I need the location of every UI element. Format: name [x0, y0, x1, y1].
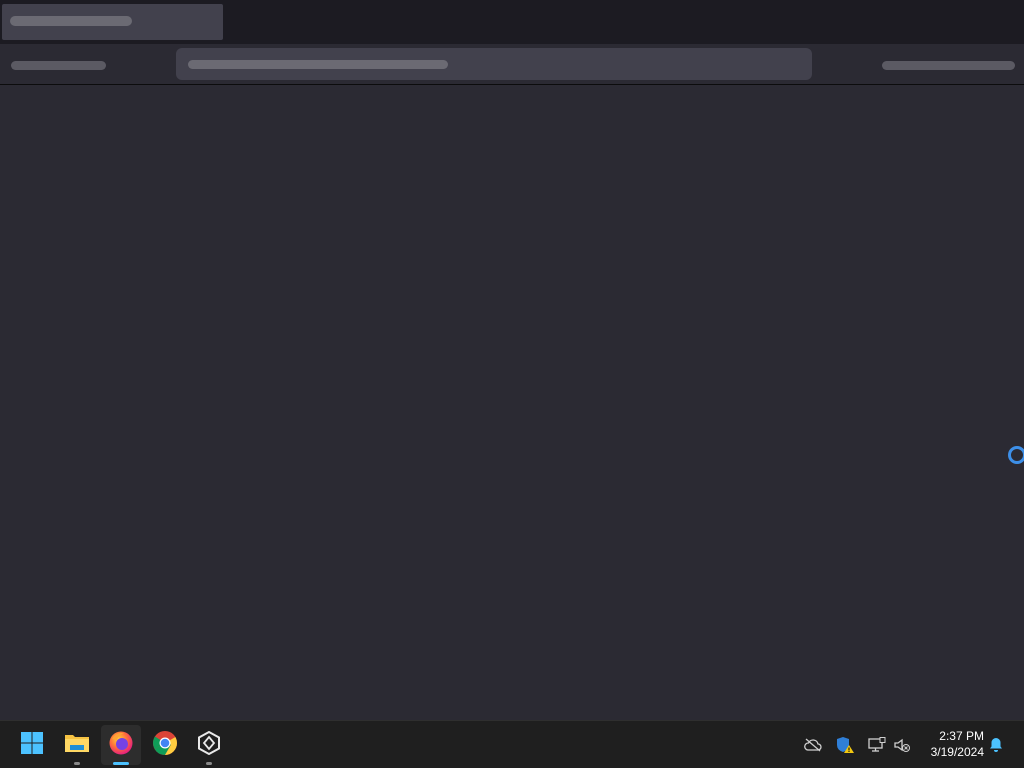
network-icon[interactable] [867, 735, 887, 755]
tab-strip [0, 0, 1024, 44]
chrome-icon [152, 730, 178, 761]
address-placeholder [188, 60, 448, 69]
firefox-icon [108, 730, 134, 761]
firefox-button[interactable] [101, 725, 141, 765]
page-content [0, 85, 1024, 720]
start-icon [20, 731, 44, 760]
clock-date: 3/19/2024 [930, 745, 984, 759]
desktop: 2:37 PM 3/19/2024 [0, 0, 1024, 768]
clock-time: 2:37 PM [939, 729, 984, 743]
browser-tab[interactable] [2, 4, 223, 40]
running-indicator [206, 762, 212, 765]
toolbar-actions-placeholder [882, 61, 1015, 70]
running-indicator [74, 762, 80, 765]
address-bar[interactable] [176, 48, 812, 80]
loading-spinner-icon [1008, 446, 1024, 464]
start-button[interactable] [12, 725, 52, 765]
notification-bell-icon[interactable] [986, 735, 1006, 755]
navigation-toolbar [0, 44, 1024, 85]
tab-title-placeholder [10, 16, 132, 26]
nav-buttons-placeholder [11, 61, 106, 70]
system-clock[interactable]: 2:37 PM 3/19/2024 [918, 728, 984, 762]
taskbar: 2:37 PM 3/19/2024 [0, 720, 1024, 768]
chrome-button[interactable] [145, 725, 185, 765]
cloud-off-icon[interactable] [803, 735, 823, 755]
file-explorer-button[interactable] [57, 725, 97, 765]
file-explorer-icon [64, 732, 90, 759]
unity-button[interactable] [189, 725, 229, 765]
volume-muted-icon[interactable] [892, 735, 912, 755]
active-indicator [113, 762, 129, 765]
unity-icon [197, 730, 221, 760]
security-warning-icon[interactable] [835, 735, 855, 755]
